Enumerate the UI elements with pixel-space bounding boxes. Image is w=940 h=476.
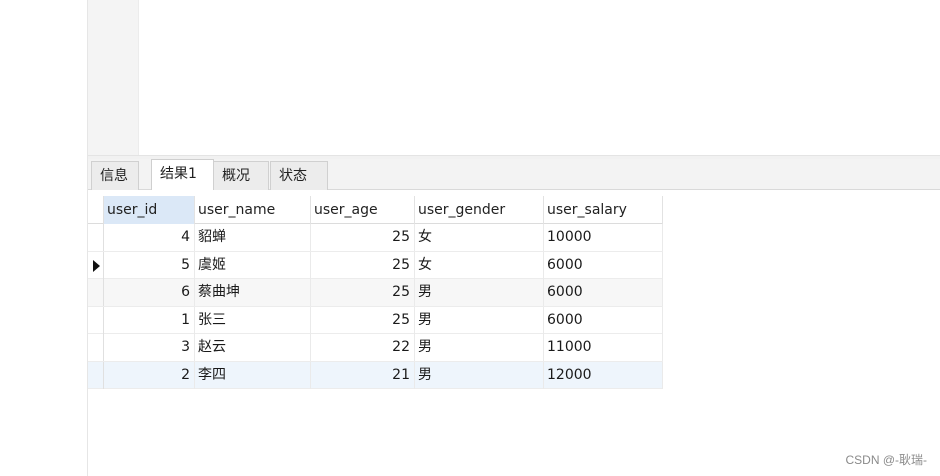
grid-header: user_id user_name user_age user_gender u… — [88, 196, 663, 224]
query-editor[interactable] — [88, 0, 940, 155]
column-header-user-gender[interactable]: user_gender — [415, 196, 544, 224]
cell-user-name[interactable]: 貂蝉 — [195, 224, 311, 251]
cell-user-age[interactable]: 25 — [311, 279, 415, 306]
cell-user-gender[interactable]: 男 — [415, 306, 544, 334]
cell-user-gender[interactable]: 男 — [415, 361, 544, 389]
cell-user-age[interactable]: 22 — [311, 334, 415, 361]
cell-user-id[interactable]: 3 — [104, 334, 195, 361]
cell-user-salary[interactable]: 6000 — [544, 279, 663, 306]
column-header-user-age[interactable]: user_age — [311, 196, 415, 224]
row-indicator[interactable] — [88, 224, 104, 251]
table-row[interactable]: 3 赵云 22 男 11000 — [88, 334, 663, 362]
cell-user-salary[interactable]: 10000 — [544, 224, 663, 251]
cell-user-age[interactable]: 21 — [311, 361, 415, 389]
table-row[interactable]: 6 蔡曲坤 25 男 6000 — [88, 279, 663, 307]
cell-user-name[interactable]: 虞姬 — [195, 251, 311, 279]
row-indicator[interactable] — [88, 251, 104, 279]
cell-user-id[interactable]: 1 — [104, 306, 195, 334]
cell-user-name[interactable]: 赵云 — [195, 334, 311, 361]
cell-user-gender[interactable]: 女 — [415, 251, 544, 279]
result-grid: user_id user_name user_age user_gender u… — [88, 196, 663, 389]
row-indicator-header[interactable] — [88, 196, 104, 224]
cell-user-gender[interactable]: 男 — [415, 279, 544, 306]
cell-user-salary[interactable]: 12000 — [544, 361, 663, 389]
current-row-arrow-icon — [93, 259, 100, 272]
column-header-user-name[interactable]: user_name — [195, 196, 311, 224]
row-indicator[interactable] — [88, 279, 104, 306]
cell-user-age[interactable]: 25 — [311, 251, 415, 279]
cell-user-name[interactable]: 李四 — [195, 361, 311, 389]
cell-user-name[interactable]: 张三 — [195, 306, 311, 334]
cell-user-id[interactable]: 6 — [104, 279, 195, 306]
cell-user-age[interactable]: 25 — [311, 306, 415, 334]
tab-info[interactable]: 信息 — [91, 161, 139, 190]
row-indicator[interactable] — [88, 361, 104, 389]
column-header-user-salary[interactable]: user_salary — [544, 196, 663, 224]
cell-user-id[interactable]: 4 — [104, 224, 195, 251]
table-row[interactable]: 1 张三 25 男 6000 — [88, 306, 663, 334]
tab-profile[interactable]: 概况 — [213, 161, 269, 190]
result-tabbar: 信息 结果1 概况 状态 — [88, 159, 940, 190]
cell-user-salary[interactable]: 6000 — [544, 251, 663, 279]
table-row[interactable]: 5 虞姬 25 女 6000 — [88, 251, 663, 279]
cell-user-id[interactable]: 5 — [104, 251, 195, 279]
cell-user-id[interactable]: 2 — [104, 361, 195, 389]
left-gutter — [0, 0, 88, 476]
cell-user-gender[interactable]: 男 — [415, 334, 544, 361]
cell-user-salary[interactable]: 6000 — [544, 306, 663, 334]
tab-status[interactable]: 状态 — [270, 161, 328, 190]
row-indicator[interactable] — [88, 334, 104, 361]
table-row[interactable]: 4 貂蝉 25 女 10000 — [88, 224, 663, 252]
cell-user-name[interactable]: 蔡曲坤 — [195, 279, 311, 306]
watermark-text: CSDN @-耿瑞- — [845, 453, 927, 467]
tab-result-1[interactable]: 结果1 — [151, 159, 214, 190]
column-header-user-id[interactable]: user_id — [104, 196, 195, 224]
table-row[interactable]: 2 李四 21 男 12000 — [88, 361, 663, 389]
editor-line-gutter — [88, 0, 139, 155]
cell-user-age[interactable]: 25 — [311, 224, 415, 251]
cell-user-gender[interactable]: 女 — [415, 224, 544, 251]
cell-user-salary[interactable]: 11000 — [544, 334, 663, 361]
row-indicator[interactable] — [88, 306, 104, 334]
